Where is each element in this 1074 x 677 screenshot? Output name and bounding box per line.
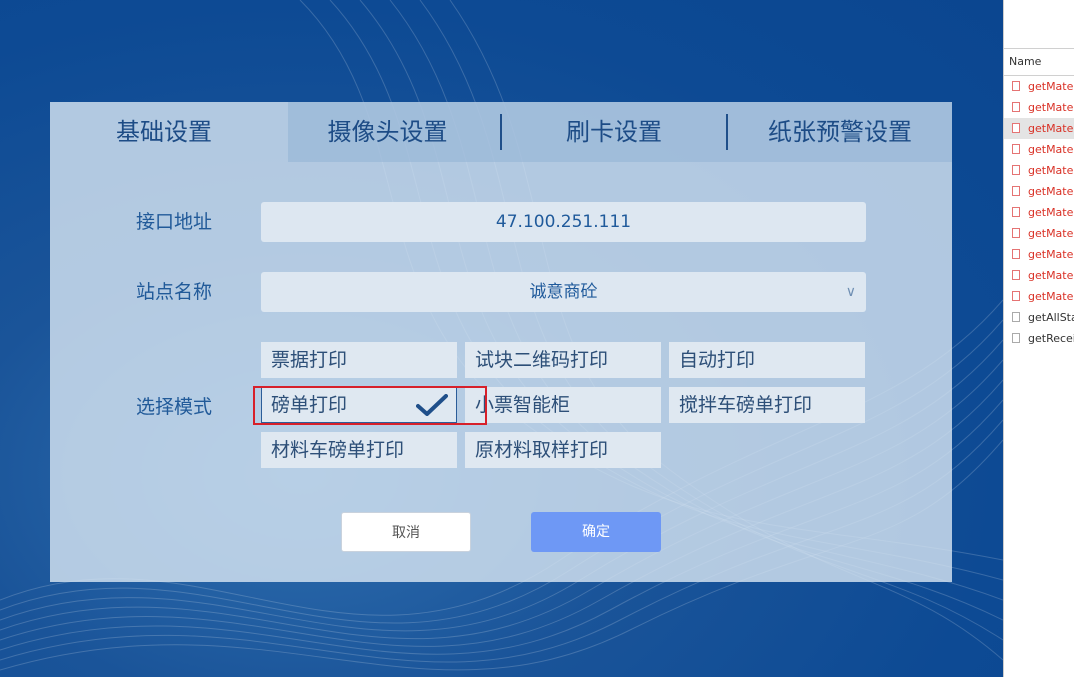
network-request-row[interactable]: getMate xyxy=(1004,202,1074,223)
network-request-row[interactable]: getMate xyxy=(1004,244,1074,265)
tab-paper-warning-settings[interactable]: 纸张预警设置 xyxy=(728,102,952,162)
devtools-network-panel: Name getMate getMate getMate getMate getMate… xyxy=(1003,0,1074,677)
network-request-row[interactable]: getMate xyxy=(1004,76,1074,97)
document-icon xyxy=(1012,165,1020,175)
network-request-row[interactable]: getMate xyxy=(1004,265,1074,286)
request-name: getMate xyxy=(1028,101,1074,114)
mode-option-material-truck-weighbill[interactable]: 材料车磅单打印 xyxy=(261,432,457,468)
mode-option-raw-material-sample-print[interactable]: 原材料取样打印 xyxy=(465,432,661,468)
request-name: getAllSta xyxy=(1028,311,1074,324)
document-icon xyxy=(1012,186,1020,196)
document-icon xyxy=(1012,144,1020,154)
document-icon xyxy=(1012,333,1020,343)
network-request-row[interactable]: getMate xyxy=(1004,160,1074,181)
document-icon xyxy=(1012,249,1020,259)
tab-camera-settings[interactable]: 摄像头设置 xyxy=(300,102,475,162)
site-name-select[interactable]: 诚意商砼 ∨ xyxy=(261,272,866,312)
site-name-value: 诚意商砼 xyxy=(529,282,598,302)
document-icon xyxy=(1012,312,1020,322)
chevron-down-icon: ∨ xyxy=(845,284,856,300)
mode-option-smart-cabinet[interactable]: 小票智能柜 xyxy=(465,387,661,423)
document-icon xyxy=(1012,228,1020,238)
settings-dialog: 基础设置 摄像头设置 刷卡设置 纸张预警设置 接口地址 47.100.251.1… xyxy=(50,102,952,582)
mode-option-auto-print[interactable]: 自动打印 xyxy=(669,342,865,378)
network-request-row[interactable]: getAllSta xyxy=(1004,307,1074,328)
document-icon xyxy=(1012,207,1020,217)
mode-option-weighbill-print[interactable]: 磅单打印 xyxy=(261,387,457,423)
network-request-row[interactable]: getRecei xyxy=(1004,328,1074,349)
devtools-request-list: getMate getMate getMate getMate getMate getMa… xyxy=(1004,76,1074,349)
interface-address-input[interactable]: 47.100.251.111 xyxy=(261,202,866,242)
network-request-row[interactable]: getMate xyxy=(1004,181,1074,202)
network-request-row[interactable]: getMate xyxy=(1004,118,1074,139)
network-request-row[interactable]: getMate xyxy=(1004,223,1074,244)
checkmark-icon xyxy=(416,394,448,416)
document-icon xyxy=(1012,81,1020,91)
request-name: getMate xyxy=(1028,290,1074,303)
mode-option-mixer-truck-weighbill[interactable]: 搅拌车磅单打印 xyxy=(669,387,865,423)
request-name: getMate xyxy=(1028,164,1074,177)
cancel-button[interactable]: 取消 xyxy=(341,512,471,552)
mode-label: 选择模式 xyxy=(136,396,213,418)
request-name: getMate xyxy=(1028,80,1074,93)
request-name: getMate xyxy=(1028,269,1074,282)
site-name-label: 站点名称 xyxy=(136,281,213,303)
network-request-row[interactable]: getMate xyxy=(1004,139,1074,160)
request-name: getMate xyxy=(1028,227,1074,240)
tab-basic-settings[interactable]: 基础设置 xyxy=(50,102,278,162)
request-name: getMate xyxy=(1028,185,1074,198)
tab-card-settings[interactable]: 刷卡设置 xyxy=(502,102,726,162)
mode-option-receipt-print[interactable]: 票据打印 xyxy=(261,342,457,378)
network-request-row[interactable]: getMate xyxy=(1004,97,1074,118)
request-name: getMate xyxy=(1028,143,1074,156)
tab-bar: 基础设置 摄像头设置 刷卡设置 纸张预警设置 xyxy=(50,102,952,162)
mode-option-test-block-qr-print[interactable]: 试块二维码打印 xyxy=(465,342,661,378)
interface-address-label: 接口地址 xyxy=(136,211,213,233)
confirm-button[interactable]: 确定 xyxy=(531,512,661,552)
request-name: getMate xyxy=(1028,248,1074,261)
document-icon xyxy=(1012,270,1020,280)
document-icon xyxy=(1012,123,1020,133)
devtools-name-column-header[interactable]: Name xyxy=(1004,49,1074,76)
network-request-row[interactable]: getMate xyxy=(1004,286,1074,307)
document-icon xyxy=(1012,102,1020,112)
mode-option-label: 磅单打印 xyxy=(271,394,348,416)
devtools-toolbar xyxy=(1004,0,1074,49)
request-name: getMate xyxy=(1028,122,1074,135)
request-name: getRecei xyxy=(1028,332,1074,345)
document-icon xyxy=(1012,291,1020,301)
request-name: getMate xyxy=(1028,206,1074,219)
